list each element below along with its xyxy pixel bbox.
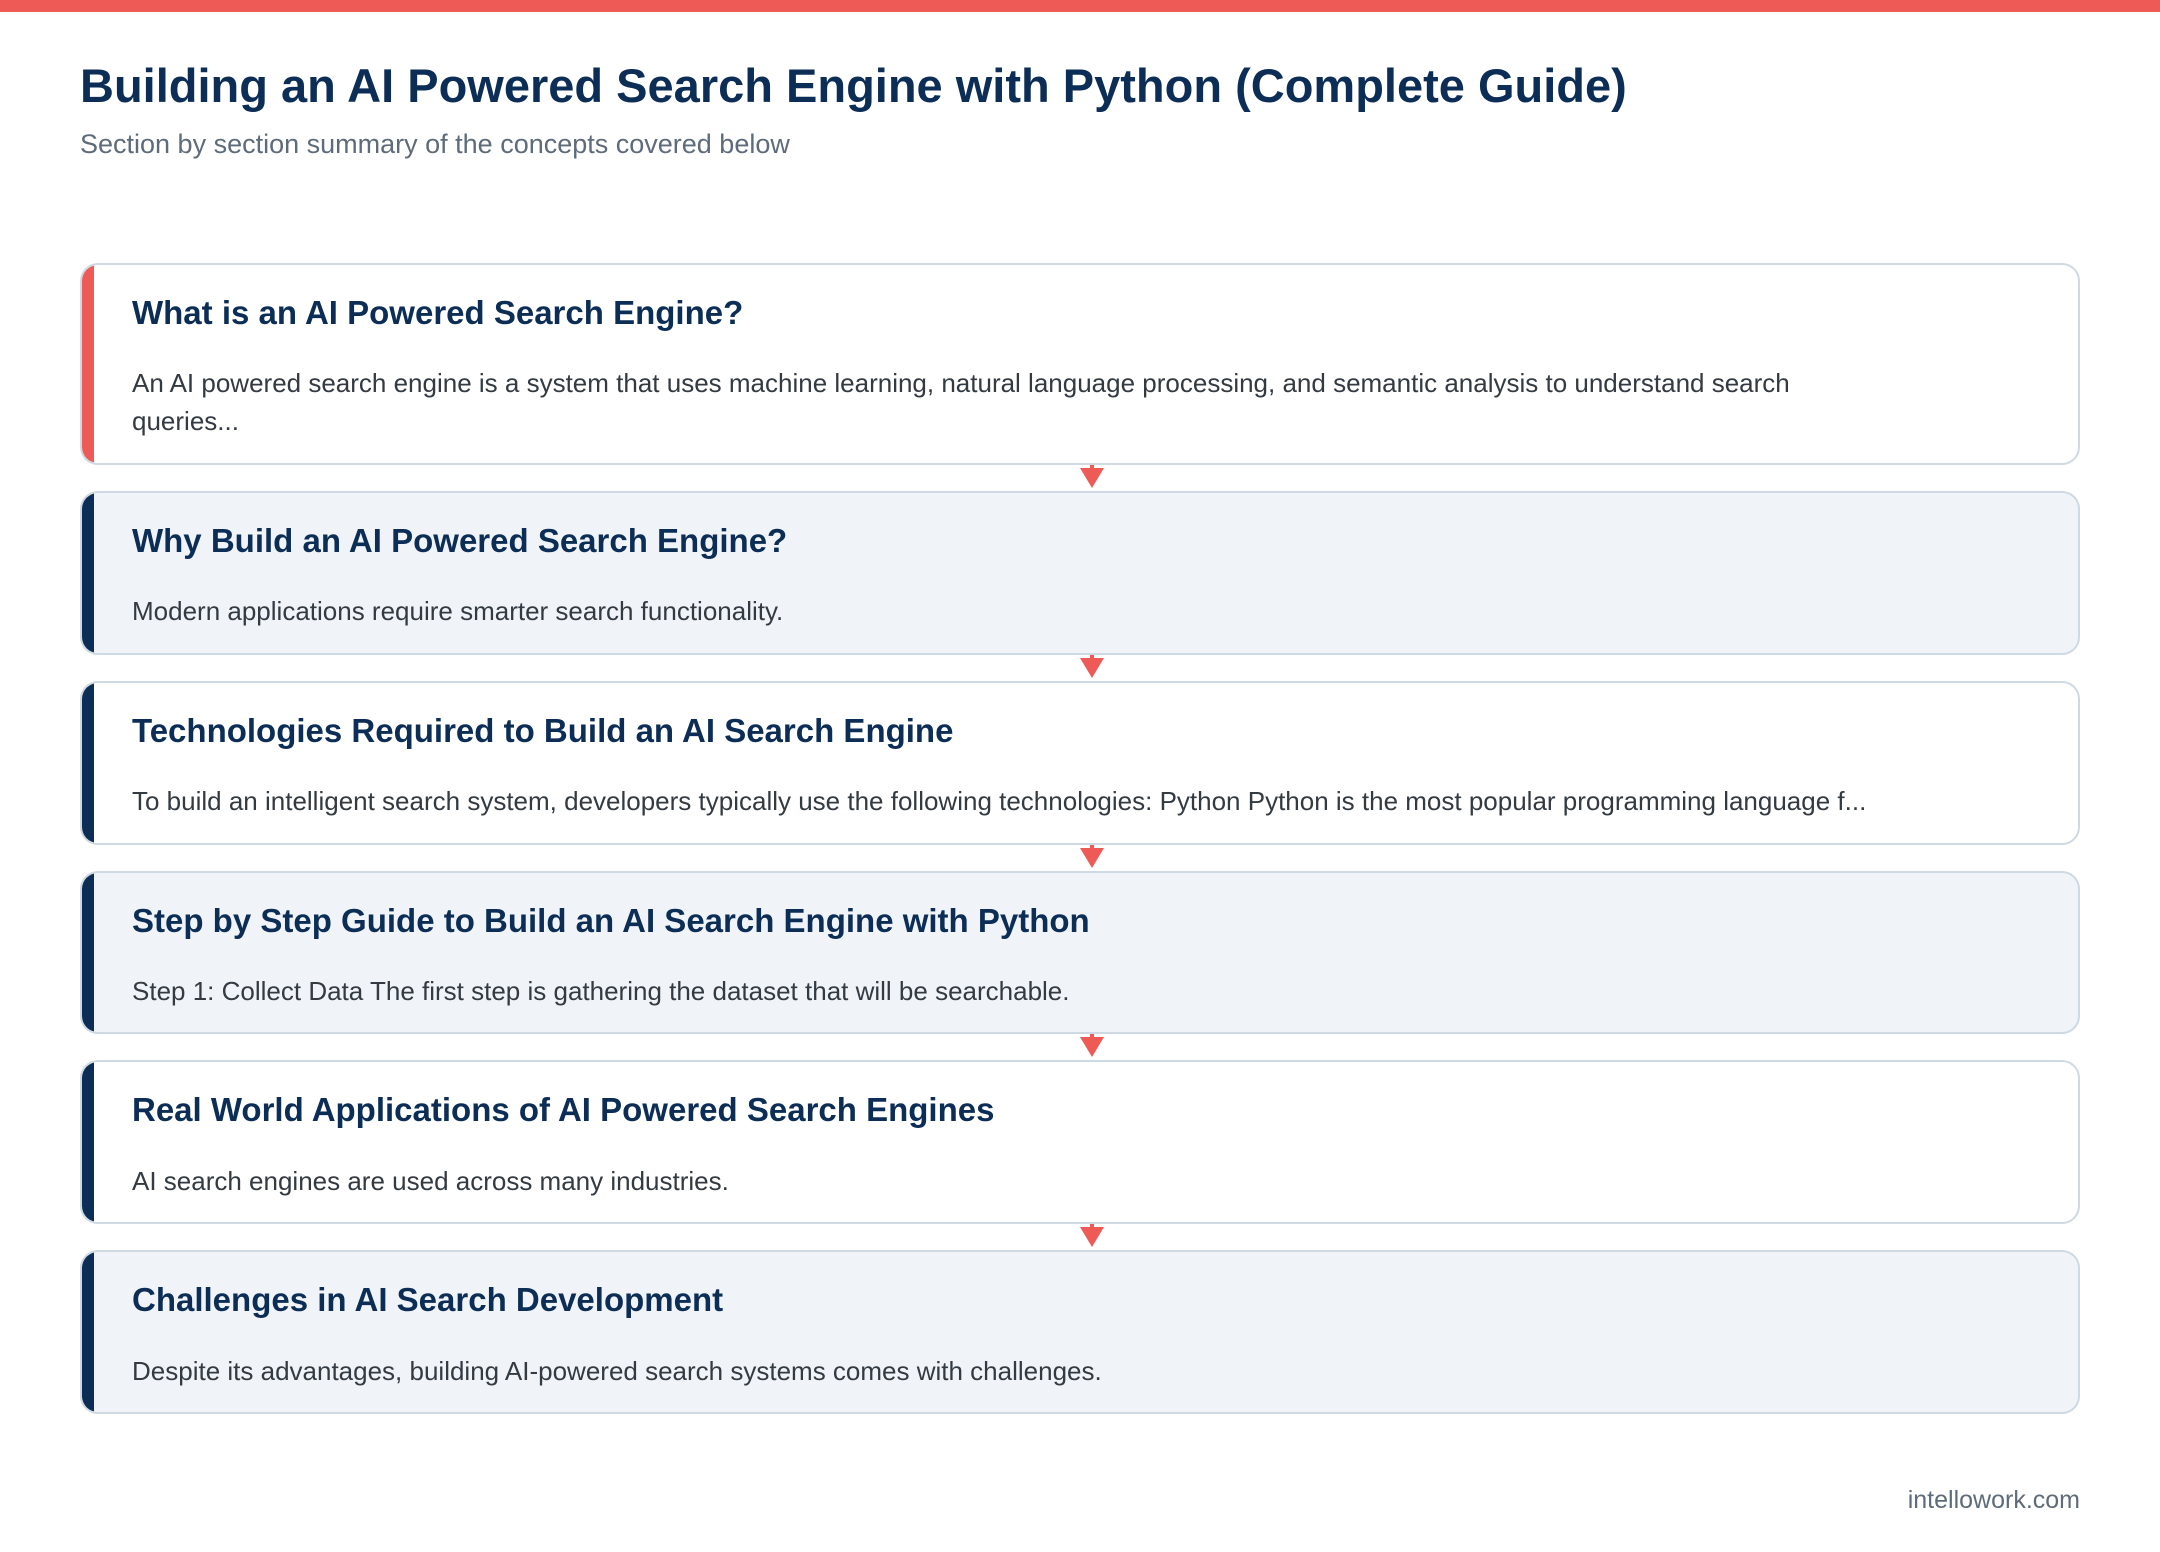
section-card-challenges: Challenges in AI Search Development Desp… [80, 1250, 2080, 1415]
page-header: Building an AI Powered Search Engine wit… [80, 58, 2080, 161]
card-accent-bar [82, 682, 94, 843]
section-title: Challenges in AI Search Development [132, 1281, 724, 1319]
section-card-applications: Real World Applications of AI Powered Se… [80, 1060, 2080, 1225]
section-summary: An AI powered search engine is a system … [132, 368, 1790, 436]
section-summary: To build an intelligent search system, d… [132, 785, 1867, 816]
arrow-down-icon [1080, 467, 1104, 488]
flow-connector [80, 654, 2080, 681]
arrow-down-icon [1080, 1227, 1104, 1248]
section-summary: Step 1: Collect Data The first step is g… [132, 975, 1070, 1006]
flow-connector [80, 464, 2080, 491]
top-accent-bar [0, 0, 2160, 12]
arrow-down-icon [1080, 1037, 1104, 1058]
card-accent-bar [82, 872, 94, 1033]
page-subtitle: Section by section summary of the concep… [80, 129, 790, 160]
page-title: Building an AI Powered Search Engine wit… [80, 59, 1627, 112]
flow-connector [80, 1034, 2080, 1060]
section-card-step-by-step: Step by Step Guide to Build an AI Search… [80, 870, 2080, 1035]
card-accent-bar [82, 265, 94, 463]
section-summary: AI search engines are used across many i… [132, 1165, 729, 1196]
section-flow: What is an AI Powered Search Engine? An … [80, 263, 2080, 1415]
section-card-what-is: What is an AI Powered Search Engine? An … [80, 263, 2080, 465]
section-title: Why Build an AI Powered Search Engine? [132, 521, 788, 559]
section-title: Technologies Required to Build an AI Sea… [132, 711, 954, 749]
card-accent-bar [82, 1062, 94, 1223]
footer-site-name: intellowork.com [1907, 1486, 2080, 1514]
card-accent-bar [82, 1252, 94, 1413]
card-accent-bar [82, 492, 94, 653]
section-summary: Despite its advantages, building AI-powe… [132, 1355, 1102, 1386]
section-card-why-build: Why Build an AI Powered Search Engine? M… [80, 490, 2080, 655]
flow-connector [80, 1224, 2080, 1250]
section-summary: Modern applications require smarter sear… [132, 595, 784, 626]
section-title: What is an AI Powered Search Engine? [132, 294, 744, 331]
arrow-down-icon [1080, 847, 1104, 868]
arrow-down-icon [1080, 657, 1104, 678]
section-card-technologies: Technologies Required to Build an AI Sea… [80, 680, 2080, 845]
section-title: Real World Applications of AI Powered Se… [132, 1091, 995, 1129]
flow-connector [80, 844, 2080, 871]
section-title: Step by Step Guide to Build an AI Search… [132, 901, 1090, 939]
